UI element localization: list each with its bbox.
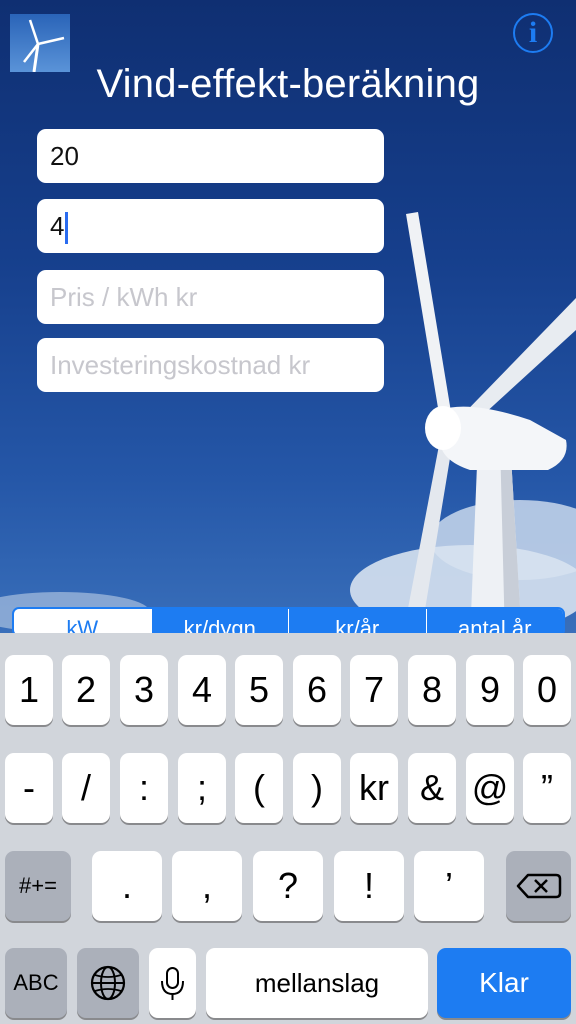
price-per-kwh-input[interactable]: Pris / kWh kr <box>37 270 384 324</box>
key-2[interactable]: 2 <box>62 655 110 725</box>
key-6[interactable]: 6 <box>293 655 341 725</box>
backspace-icon <box>516 873 562 899</box>
key-period[interactable]: . <box>92 851 162 921</box>
page-title: Vind-effekt-beräkning <box>96 62 480 106</box>
key-9[interactable]: 9 <box>466 655 514 725</box>
info-icon[interactable]: i <box>513 13 553 53</box>
key-3[interactable]: 3 <box>120 655 168 725</box>
globe-icon <box>90 965 126 1001</box>
more-symbols-key[interactable]: #+= <box>5 851 71 921</box>
investment-cost-input[interactable]: Investeringskostnad kr <box>37 338 384 392</box>
microphone-icon <box>161 967 184 1000</box>
key-colon[interactable]: : <box>120 753 168 823</box>
key-kr[interactable]: kr <box>350 753 398 823</box>
key-quote[interactable]: ” <box>523 753 571 823</box>
keyboard: 1 2 3 4 5 6 7 8 9 0 - / : ; ( ) kr & @ ”… <box>0 633 576 1024</box>
value-input-2[interactable]: 4 <box>37 199 384 253</box>
abc-key[interactable]: ABC <box>5 948 67 1018</box>
space-key[interactable]: mellanslag <box>206 948 428 1018</box>
text-cursor <box>65 212 69 245</box>
key-7[interactable]: 7 <box>350 655 398 725</box>
segment-kr-dygn[interactable]: kr/dygn <box>150 609 288 635</box>
key-0[interactable]: 0 <box>523 655 571 725</box>
key-at[interactable]: @ <box>466 753 514 823</box>
key-close-paren[interactable]: ) <box>293 753 341 823</box>
value-input-1[interactable]: 20 <box>37 129 384 183</box>
segment-antal-ar[interactable]: antal år <box>425 609 563 635</box>
backspace-key[interactable] <box>506 851 571 921</box>
key-5[interactable]: 5 <box>235 655 283 725</box>
key-exclamation[interactable]: ! <box>334 851 404 921</box>
value-input-2-text: 4 <box>50 211 65 241</box>
key-1[interactable]: 1 <box>5 655 53 725</box>
key-4[interactable]: 4 <box>178 655 226 725</box>
key-question[interactable]: ? <box>253 851 323 921</box>
done-key[interactable]: Klar <box>437 948 571 1018</box>
microphone-key[interactable] <box>149 948 196 1018</box>
key-hyphen[interactable]: - <box>5 753 53 823</box>
key-8[interactable]: 8 <box>408 655 456 725</box>
key-comma[interactable]: , <box>172 851 242 921</box>
key-apostrophe[interactable]: ’ <box>414 851 484 921</box>
key-slash[interactable]: / <box>62 753 110 823</box>
segment-kw[interactable]: kW <box>14 609 151 635</box>
key-ampersand[interactable]: & <box>408 753 456 823</box>
globe-key[interactable] <box>77 948 139 1018</box>
key-semicolon[interactable]: ; <box>178 753 226 823</box>
segment-kr-ar[interactable]: kr/år <box>288 609 426 635</box>
key-open-paren[interactable]: ( <box>235 753 283 823</box>
